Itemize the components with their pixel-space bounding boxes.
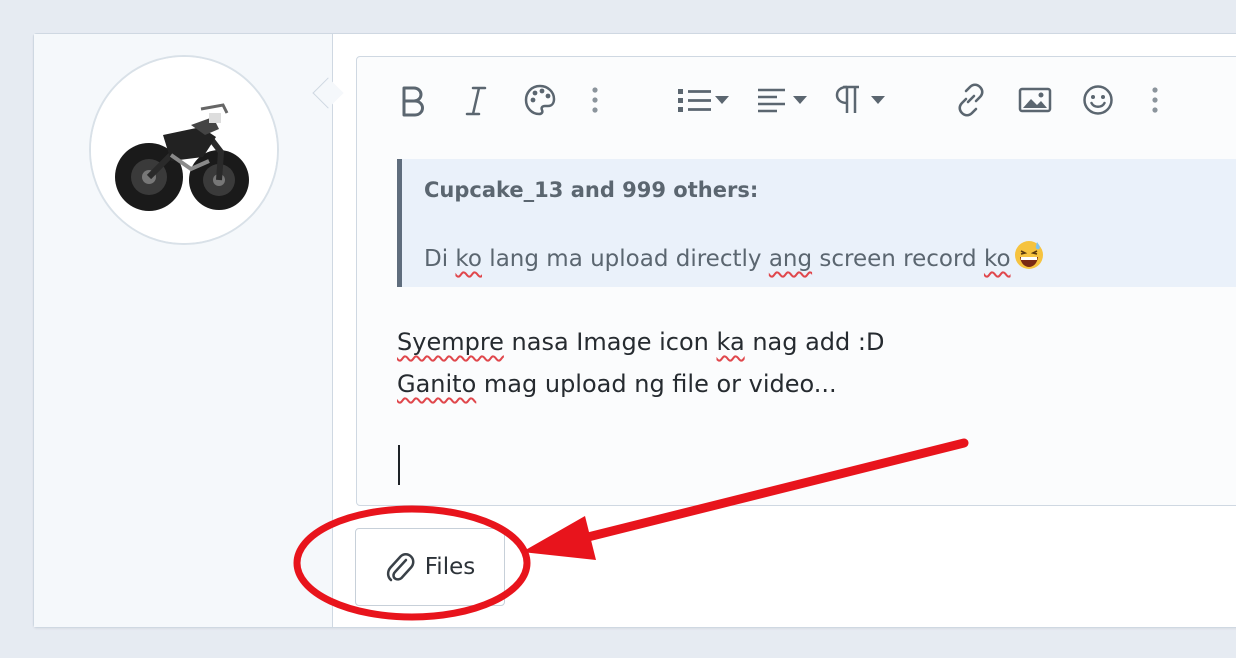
smile-icon	[1083, 85, 1113, 115]
bold-button[interactable]	[397, 83, 427, 117]
paperclip-icon	[386, 553, 415, 582]
paragraph-dropdown-button[interactable]	[833, 83, 889, 117]
message-line-1: Syempre nasa Image icon ka nag add :D	[397, 328, 885, 356]
more-vertical-icon	[1152, 87, 1158, 113]
text-color-button[interactable]	[523, 83, 557, 117]
insert-image-button[interactable]	[1017, 83, 1053, 117]
align-dropdown-button[interactable]	[755, 83, 811, 117]
editor-toolbar	[357, 57, 1236, 147]
align-icon	[758, 88, 807, 113]
message-body[interactable]: Syempre nasa Image icon ka nag add :D Ga…	[397, 321, 884, 405]
italic-icon	[465, 86, 487, 116]
message-card: Cupcake_13 and 999 others: Di ko lang ma…	[33, 33, 1236, 628]
insert-emoji-button[interactable]	[1081, 83, 1115, 117]
files-button-label: Files	[424, 554, 476, 580]
quoted-message: Cupcake_13 and 999 others: Di ko lang ma…	[397, 159, 1236, 287]
quote-text: Di ko lang ma upload directly ang screen…	[424, 239, 1045, 277]
message-line-2: Ganito mag upload ng file or video...	[397, 370, 837, 398]
image-icon	[1018, 87, 1052, 113]
rich-text-editor[interactable]: Cupcake_13 and 999 others: Di ko lang ma…	[356, 56, 1236, 506]
list-icon	[678, 89, 729, 112]
more-insert-options-button[interactable]	[1149, 83, 1161, 117]
avatar[interactable]	[89, 55, 279, 245]
attach-files-button[interactable]: Files	[355, 528, 505, 606]
motorcycle-avatar-image	[91, 57, 277, 243]
user-column	[34, 34, 333, 627]
text-caret	[398, 445, 400, 485]
paragraph-icon	[835, 85, 885, 113]
grinning-sweat-emoji-icon	[1013, 239, 1045, 277]
list-dropdown-button[interactable]	[675, 83, 733, 117]
palette-icon	[524, 84, 556, 116]
link-icon	[958, 83, 984, 117]
bold-icon	[402, 86, 424, 117]
quote-author: Cupcake_13 and 999 others:	[424, 178, 759, 202]
link-button[interactable]	[953, 83, 989, 117]
more-vertical-icon	[592, 87, 598, 113]
italic-button[interactable]	[461, 83, 491, 117]
more-text-options-button[interactable]	[589, 83, 601, 117]
